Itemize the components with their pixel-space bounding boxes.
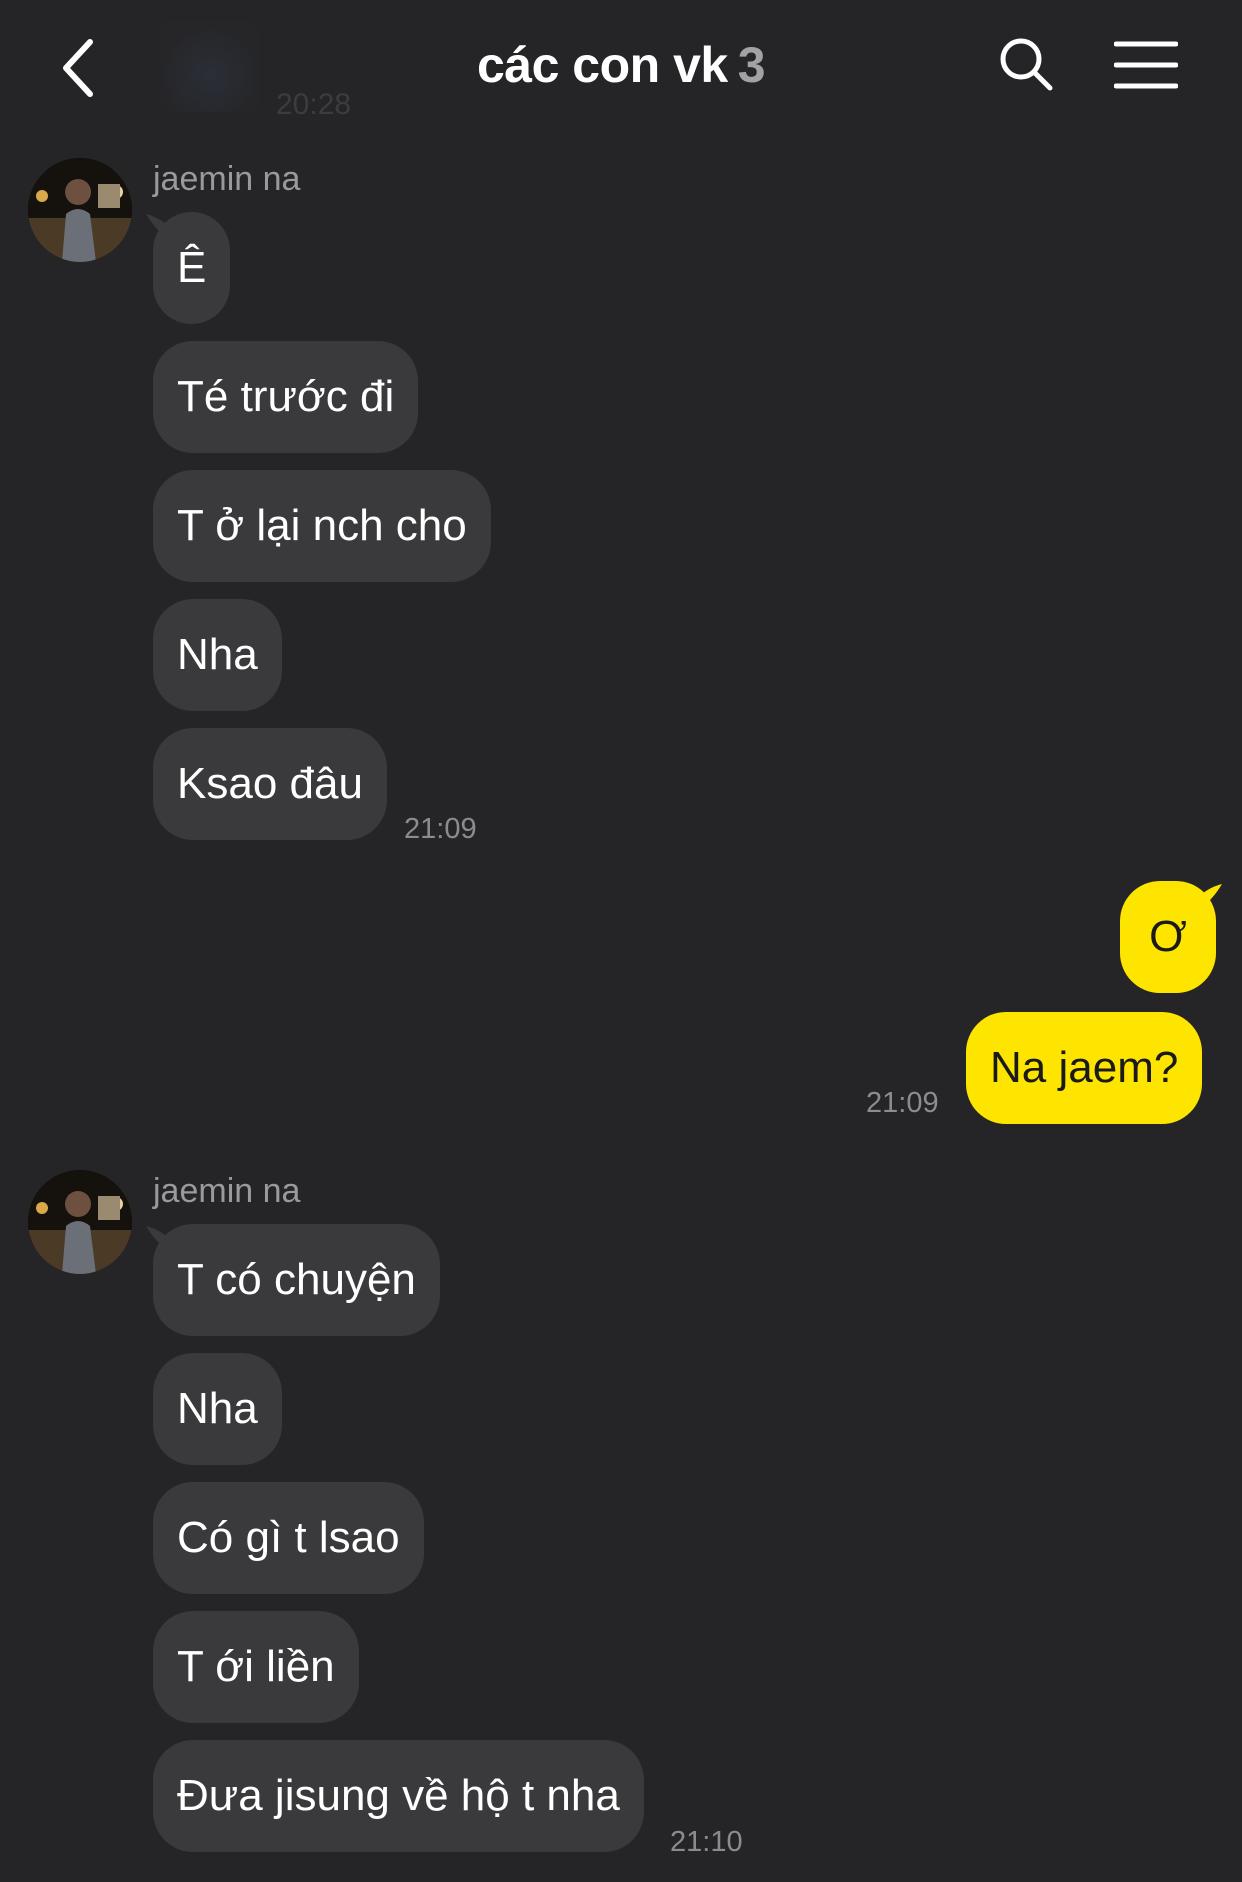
- message-timestamp: 21:09: [866, 1087, 939, 1119]
- message-bubble[interactable]: Có gì t lsao: [153, 1482, 424, 1594]
- message-timestamp: 21:09: [404, 813, 477, 845]
- message-timestamp: 21:10: [670, 1826, 743, 1858]
- member-count: 3: [737, 37, 766, 93]
- message-bubble[interactable]: Nha: [153, 1353, 282, 1465]
- message-bubble[interactable]: Ê: [153, 212, 231, 324]
- sender-name: jaemin na: [153, 160, 301, 198]
- message-bubble[interactable]: Nha: [153, 599, 282, 711]
- menu-icon: [1113, 41, 1179, 89]
- avatar-jaemin[interactable]: [28, 158, 132, 262]
- avatar-photo: [28, 1170, 132, 1274]
- message-bubble[interactable]: Ksao đâu: [153, 728, 387, 840]
- sender-name: jaemin na: [153, 1172, 301, 1210]
- message-bubble[interactable]: T ở lại nch cho: [153, 470, 491, 582]
- search-button[interactable]: [996, 34, 1056, 94]
- message-bubble[interactable]: Té trước đi: [153, 341, 419, 453]
- menu-button[interactable]: [1113, 40, 1179, 90]
- avatar-photo: [28, 158, 132, 262]
- search-icon: [1000, 38, 1053, 91]
- chat-name: các con vk: [476, 37, 728, 93]
- message-bubble[interactable]: T ới liền: [153, 1611, 359, 1723]
- my-message-bubble[interactable]: Ơ: [1120, 881, 1216, 993]
- chat-header: 20:28 các con vk 3: [0, 0, 1242, 136]
- avatar-jaemin[interactable]: [28, 1170, 132, 1274]
- my-message-bubble[interactable]: Na jaem?: [966, 1012, 1203, 1124]
- message-bubble[interactable]: T có chuyện: [153, 1224, 440, 1336]
- message-bubble[interactable]: Đưa jisung về hộ t nha: [153, 1740, 644, 1852]
